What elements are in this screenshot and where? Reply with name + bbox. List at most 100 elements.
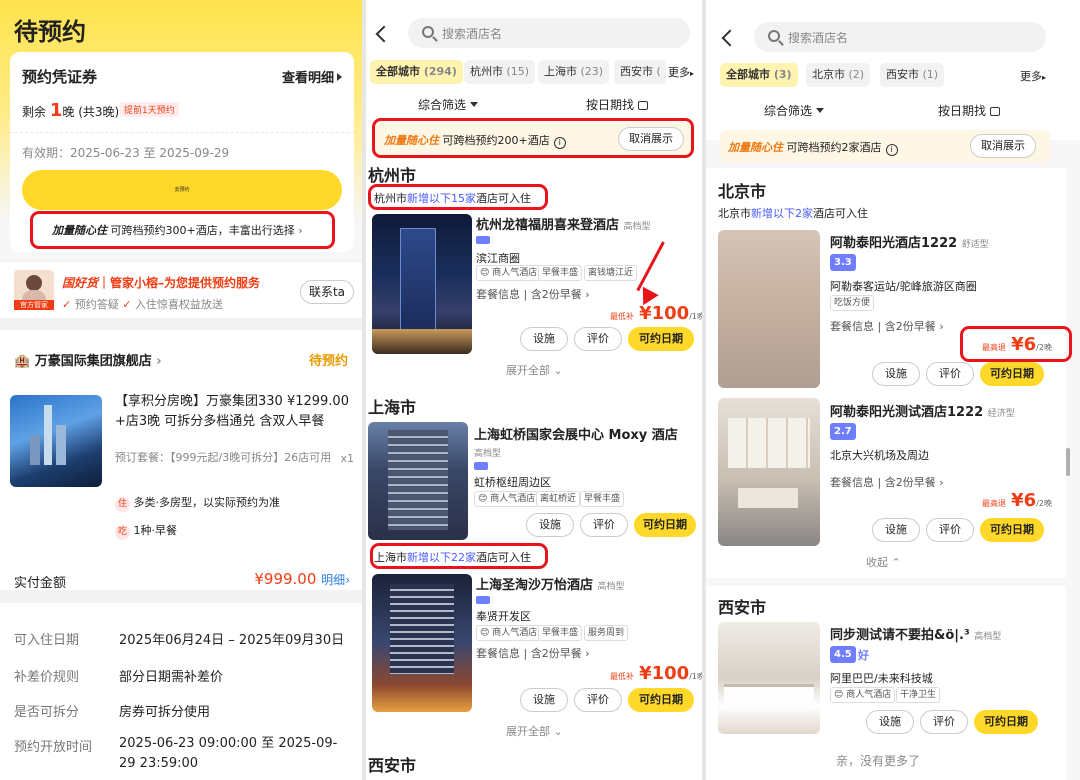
caret-down-icon [816,108,825,113]
order-info-section: 可入住日期 2025年06月24日 – 2025年09月30日 补差价规则 部分日期… [0,603,362,780]
facilities-button[interactable]: 设施 [526,513,574,537]
search-icon [422,26,434,38]
search-input[interactable]: 搜索酒店名 [754,22,1046,52]
order-card: 🏨 万豪国际集团旗舰店 › 待预约 【享积分房晚】万豪集团330 ¥1299.0… [0,330,362,591]
reviews-button[interactable]: 评价 [920,710,968,734]
facilities-button[interactable]: 设施 [520,688,568,712]
hotel-area: 奉贤开发区 [476,610,531,623]
calendar-icon [638,101,649,110]
date-filter[interactable]: 按日期找 [938,102,1001,119]
sort-filter[interactable]: 综合筛选 [418,96,479,113]
advance-booking-badge: 提前1天预约 [120,102,179,117]
remaining-nights: 剩余 1晚 (共3晚) [22,100,120,121]
steward-title: 国好货｜管家小榕–为您提供预约服务 [62,276,261,290]
page-title: 待预约 [14,18,86,46]
reviews-button[interactable]: 评价 [926,518,974,542]
reviews-button[interactable]: 评价 [574,327,622,351]
calendar-icon [990,107,1001,116]
package-info[interactable]: 套餐信息 | 含2份早餐 › [476,645,590,661]
sort-filter[interactable]: 综合筛选 [764,102,825,119]
hotel-area: 阿勒泰客运站/驼峰旅游区商圈 [830,280,977,293]
hotel-image[interactable] [372,574,472,712]
tab-beijing[interactable]: 北京市 (2) [806,63,871,87]
hotel-image[interactable] [368,422,468,540]
caret-down-icon [470,102,479,107]
hotel-name[interactable]: 同步测试请不要拍&ö|.³ 高档型 [830,624,1001,643]
expand-all-link[interactable]: 展开全部 ⌄ [506,362,563,378]
more-cities-button[interactable]: 更多▸ [668,64,694,80]
available-dates-button[interactable]: 可约日期 [974,710,1038,734]
hotel-area: 阿里巴巴/未来科技城 [830,672,933,685]
price-label: 最低补 ¥100/1晚 [610,663,702,684]
voucher-detail-link[interactable]: 查看明细 [282,67,342,86]
book-now-button[interactable]: 去预约 [22,170,342,210]
available-dates-button[interactable]: 可约日期 [628,688,694,712]
price-label: 最低补 ¥100/1晚 [610,303,702,324]
tab-all-cities[interactable]: 全部城市 (3) [720,63,798,87]
hotel-area: 虹桥枢纽周边区 [474,476,551,489]
tab-all-cities[interactable]: 全部城市 (294) [370,60,463,84]
rating-score: 2.7 [830,423,856,440]
facilities-button[interactable]: 设施 [520,327,568,351]
package-info[interactable]: 套餐信息 | 含2份早餐 › [830,318,944,334]
available-dates-button[interactable]: 可约日期 [634,513,696,537]
search-input[interactable]: 搜索酒店名 [408,18,690,48]
chevron-right-icon [337,73,342,81]
city-heading: 上海市 [368,398,417,417]
hotel-image[interactable] [372,214,472,354]
validity-period: 有效期：2025-06-23 至 2025-09-29 [22,146,230,160]
hotel-image[interactable] [718,398,820,546]
rating-badge [474,462,488,470]
package-info[interactable]: 套餐信息 | 含2份早餐 › [476,286,590,302]
hotel-name[interactable]: 上海虹桥国家会展中心 Moxy 酒店 [474,424,678,443]
hotel-name[interactable]: 阿勒泰阳光测试酒店1222 经济型 [830,401,1015,420]
steward-card: 官方管家 国好货｜管家小榕–为您提供预约服务 ✓ 预约答疑 ✓ 入住惊喜权益放送… [0,262,362,318]
reviews-button[interactable]: 评价 [574,688,622,712]
product-title[interactable]: 【享积分房晚】万豪集团330 ¥1299.00 +店3晚 可拆分多档通兑 含双人… [115,392,355,432]
hotel-name[interactable]: 上海圣淘沙万怡酒店 高档型 [476,574,625,593]
hotel-name[interactable]: 阿勒泰阳光酒店1222 舒适型 [830,232,989,251]
store-name-link[interactable]: 🏨 万豪国际集团旗舰店 › [14,350,162,369]
hotel-image[interactable] [718,230,820,388]
contact-button[interactable]: 联系ta [300,280,354,304]
city-heading: 西安市 [718,598,767,617]
collapse-link[interactable]: 收起 ⌃ [866,554,901,570]
available-dates-button[interactable]: 可约日期 [980,362,1044,386]
available-dates-button[interactable]: 可约日期 [980,518,1044,542]
scrollbar[interactable] [1066,448,1070,476]
feature-stay: 住 多类·多房型，以实际预约为准 [115,494,280,512]
pay-amount[interactable]: ¥999.00 明细› [254,570,350,588]
meal-icon: 吃 [115,525,130,540]
product-image[interactable] [10,395,102,487]
back-icon[interactable] [375,25,393,43]
reviews-button[interactable]: 评价 [580,513,628,537]
date-filter[interactable]: 按日期找 [586,96,649,113]
hotel-area: 北京大兴机场及周边 [830,449,929,462]
tab-shanghai[interactable]: 上海市 (23) [538,60,610,84]
facilities-button[interactable]: 设施 [872,518,920,542]
info-row: 可入住日期 2025年06月24日 – 2025年09月30日 [14,633,345,648]
available-dates-button[interactable]: 可约日期 [628,327,694,351]
hide-banner-button[interactable]: 取消展示 [970,134,1036,158]
hotel-image[interactable] [718,622,820,734]
hotel-tag: 早餐丰盛 [580,491,625,507]
facilities-button[interactable]: 设施 [866,710,914,734]
annotation-highlight [960,326,1072,362]
rating-score: 3.3 [830,254,856,271]
order-status: 待预约 [308,354,348,369]
package-info[interactable]: 套餐信息 | 含2份早餐 › [830,474,944,490]
tab-xian[interactable]: 西安市 (1) [880,63,945,87]
more-cities-button[interactable]: 更多▸ [1020,68,1046,84]
steward-benefits: ✓ 预约答疑 ✓ 入住惊喜权益放送 [62,298,223,311]
tab-xian[interactable]: 西安市 ( [614,60,666,84]
reviews-button[interactable]: 评价 [926,362,974,386]
hotel-tag: 服务周到 [584,625,629,641]
annotation-highlight [368,184,548,210]
avatar: 官方管家 [14,270,54,310]
tab-hangzhou[interactable]: 杭州市 (15) [464,60,536,84]
hotel-tag: 离钱塘江近 [584,265,638,281]
city-heading: 杭州市 [368,166,417,185]
expand-all-link[interactable]: 展开全部 ⌄ [506,723,563,739]
facilities-button[interactable]: 设施 [872,362,920,386]
hotel-name[interactable]: 杭州龙禧福朋喜来登酒店 高档型 [476,214,651,233]
